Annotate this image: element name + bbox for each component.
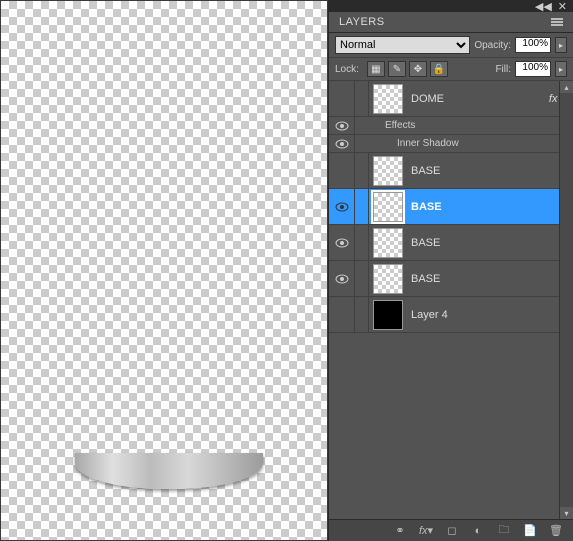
fill-input[interactable]: 100% — [515, 61, 551, 77]
layer-name[interactable]: BASE — [407, 201, 573, 213]
link-column[interactable] — [355, 261, 369, 296]
layer-row[interactable]: DOME fx▾ — [329, 81, 573, 117]
layers-panel: ◀◀ ✕ LAYERS Normal Opacity: 100% Lock: ▦… — [328, 0, 573, 541]
effect-name: Inner Shadow — [355, 138, 459, 149]
panel-footer: ⚭ fx▾ ◻ ◐ 🗀 📄 🗑 — [329, 519, 573, 541]
panel-window-controls: ◀◀ ✕ — [329, 0, 573, 12]
link-column[interactable] — [355, 81, 369, 116]
visibility-toggle[interactable] — [329, 81, 355, 116]
blend-mode-select[interactable]: Normal — [335, 36, 470, 54]
fx-icon[interactable]: fx▾ — [417, 523, 435, 539]
link-column[interactable] — [355, 297, 369, 332]
mask-icon[interactable]: ◻ — [443, 523, 461, 539]
effects-label: Effects — [355, 120, 415, 131]
layer-row[interactable]: Layer 4 — [329, 297, 573, 333]
adjustment-icon[interactable]: ◐ — [469, 523, 487, 539]
close-panel-icon[interactable]: ✕ — [558, 0, 567, 13]
scroll-down-icon[interactable]: ▾ — [560, 507, 573, 519]
layer-row[interactable]: BASE — [329, 225, 573, 261]
layers-tab[interactable]: LAYERS — [339, 16, 385, 28]
layer-thumbnail[interactable] — [373, 228, 403, 258]
opacity-input[interactable]: 100% — [515, 37, 551, 53]
layer-row[interactable]: BASE — [329, 189, 573, 225]
link-layers-icon[interactable]: ⚭ — [391, 523, 409, 539]
fill-flyout-icon[interactable] — [555, 61, 567, 77]
layer-name[interactable]: BASE — [407, 273, 573, 285]
canvas-artwork — [75, 453, 263, 489]
layer-name[interactable]: BASE — [407, 165, 573, 177]
scroll-up-icon[interactable]: ▴ — [560, 81, 573, 93]
visibility-toggle[interactable] — [329, 117, 355, 134]
layer-thumbnail[interactable] — [373, 300, 403, 330]
document-canvas[interactable] — [0, 0, 328, 541]
lock-pixels-icon[interactable]: ✎ — [388, 61, 406, 77]
link-column[interactable] — [355, 153, 369, 188]
visibility-toggle[interactable] — [329, 261, 355, 296]
visibility-toggle[interactable] — [329, 225, 355, 260]
layer-row[interactable]: BASE — [329, 153, 573, 189]
link-column[interactable] — [355, 189, 369, 224]
lock-all-icon[interactable]: 🔒 — [430, 61, 448, 77]
lock-row: Lock: ▦ ✎ ✥ 🔒 Fill: 100% — [329, 58, 573, 81]
layer-thumbnail[interactable] — [373, 192, 403, 222]
scrollbar[interactable]: ▴ ▾ — [559, 81, 573, 519]
panel-menu-icon[interactable] — [551, 18, 563, 26]
visibility-toggle[interactable] — [329, 153, 355, 188]
effects-header-row[interactable]: Effects — [329, 117, 573, 135]
lock-transparency-icon[interactable]: ▦ — [367, 61, 385, 77]
effect-item-row[interactable]: Inner Shadow — [329, 135, 573, 153]
blend-row: Normal Opacity: 100% — [329, 33, 573, 58]
new-layer-icon[interactable]: 📄 — [521, 523, 539, 539]
layer-thumbnail[interactable] — [373, 264, 403, 294]
layer-thumbnail[interactable] — [373, 84, 403, 114]
delete-icon[interactable]: 🗑 — [547, 523, 565, 539]
lock-position-icon[interactable]: ✥ — [409, 61, 427, 77]
layer-row[interactable]: BASE — [329, 261, 573, 297]
collapse-icon[interactable]: ◀◀ — [535, 0, 552, 13]
opacity-label: Opacity: — [474, 40, 511, 51]
link-column[interactable] — [355, 225, 369, 260]
visibility-toggle[interactable] — [329, 297, 355, 332]
lock-label: Lock: — [335, 64, 359, 75]
layer-thumbnail[interactable] — [373, 156, 403, 186]
panel-tab-bar: LAYERS — [329, 12, 573, 33]
fill-label: Fill: — [495, 64, 511, 75]
group-icon[interactable]: 🗀 — [495, 523, 513, 539]
layer-name[interactable]: BASE — [407, 237, 573, 249]
layer-name[interactable]: DOME — [407, 93, 549, 105]
visibility-toggle[interactable] — [329, 135, 355, 152]
opacity-flyout-icon[interactable] — [555, 37, 567, 53]
visibility-toggle[interactable] — [329, 189, 355, 224]
layer-list: DOME fx▾ Effects Inner Shadow BASE BASE — [329, 81, 573, 519]
layer-name[interactable]: Layer 4 — [407, 309, 573, 321]
